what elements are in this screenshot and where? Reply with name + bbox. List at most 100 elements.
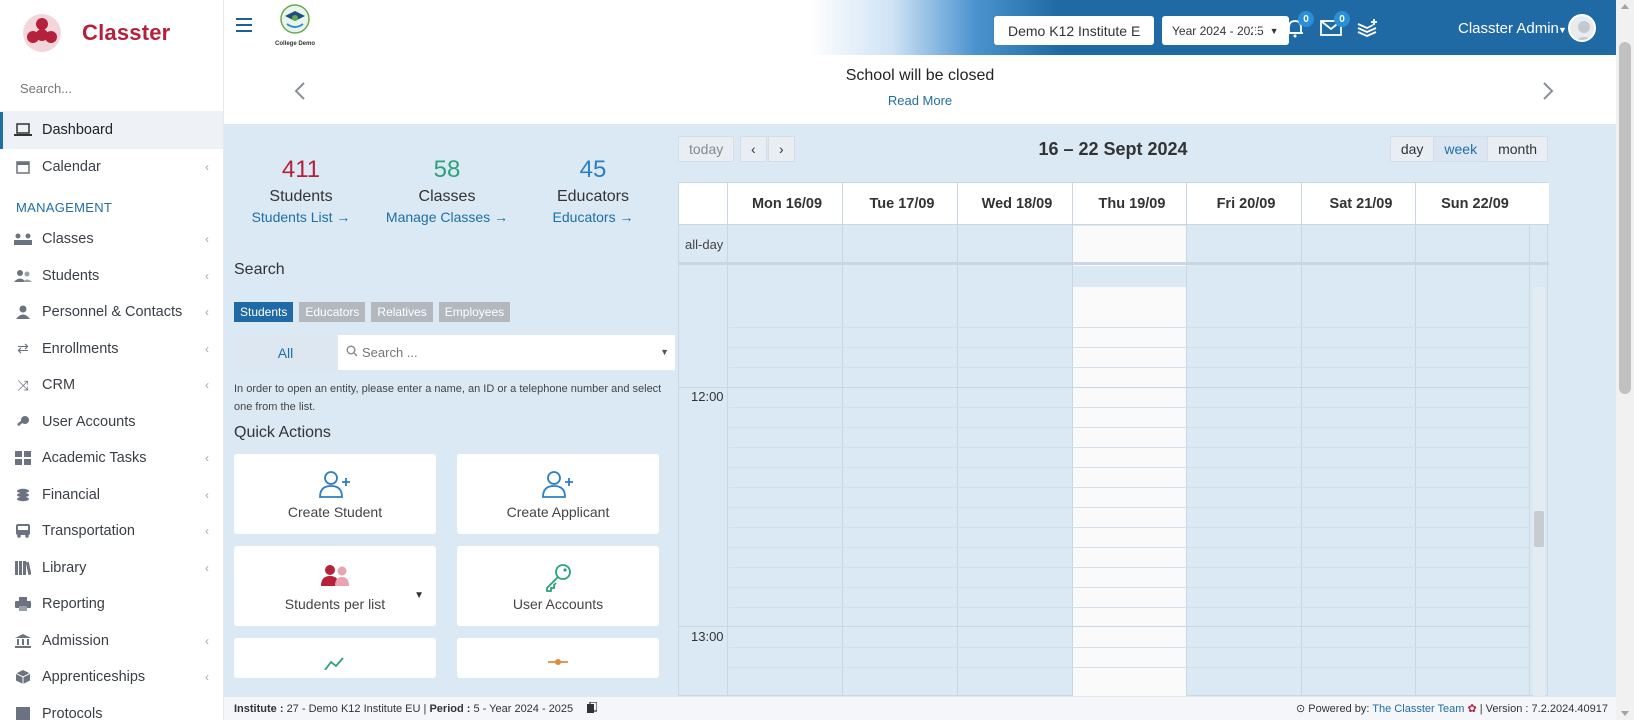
slot-line (729, 427, 1529, 428)
chip-employees[interactable]: Employees (438, 302, 511, 322)
footer-powered-link[interactable]: The Classter Team (1372, 703, 1464, 715)
key-icon (12, 413, 34, 431)
bell-icon[interactable]: 0 (1282, 11, 1314, 41)
sidebar-item-admission[interactable]: Admission ‹ (0, 623, 223, 660)
page-scrollbar-thumb[interactable] (1619, 42, 1631, 394)
flag-icon[interactable] (1248, 15, 1274, 41)
sidebar-item-library[interactable]: Library ‹ (0, 550, 223, 587)
sidebar-item-enrollments[interactable]: ⇄ Enrollments ‹ (0, 331, 223, 368)
sidebar-item-apprenticeships[interactable]: Apprenticeships ‹ (0, 659, 223, 696)
students-list-link[interactable]: Students List → (226, 209, 376, 225)
caret-down-icon[interactable]: ▼ (660, 347, 669, 357)
copy-icon[interactable] (587, 700, 598, 716)
calendar-next-button[interactable]: › (768, 136, 795, 162)
chevron-left-icon: ‹ (205, 670, 209, 685)
calendar-week-grid: Mon 16/09 Tue 17/09 Wed 18/09 Thu 19/09 … (678, 182, 1549, 696)
envelope-icon[interactable]: 0 (1318, 11, 1350, 41)
stat-value: 58 (433, 156, 461, 183)
chevron-left-icon: ‹ (205, 451, 209, 466)
quick-action-card-partial[interactable] (234, 638, 436, 678)
day-header[interactable]: Mon 16/09 (727, 183, 846, 225)
view-week-button[interactable]: week (1434, 136, 1489, 162)
page-scrollbar[interactable] (1616, 0, 1634, 720)
sidebar-item-dashboard[interactable]: Dashboard (0, 112, 223, 149)
students-per-list-button[interactable]: Students per list ▼ (234, 546, 436, 626)
sidebar-heading-management: MANAGEMENT (16, 200, 113, 215)
view-month-button[interactable]: month (1488, 136, 1548, 162)
day-header[interactable]: Sun 22/09 (1415, 183, 1534, 225)
caret-down-icon[interactable]: ▼ (414, 590, 424, 601)
sidebar-item-classes[interactable]: Classes ‹ (0, 221, 223, 258)
carousel-next-icon[interactable] (1542, 77, 1554, 108)
stat-value: 45 (579, 156, 607, 183)
sidebar-item-students[interactable]: Students ‹ (0, 258, 223, 295)
chip-educators[interactable]: Educators (299, 302, 366, 322)
slot-line (729, 507, 1529, 508)
menu-toggle-icon[interactable] (236, 18, 252, 32)
sidebar-item-financial[interactable]: Financial ‹ (0, 477, 223, 514)
slot-line (729, 367, 1529, 368)
grid-column-line (1529, 225, 1530, 696)
manage-classes-link[interactable]: Manage Classes → (372, 209, 522, 225)
institute-selector[interactable]: Demo K12 Institute E (994, 16, 1155, 45)
slot-line (729, 547, 1529, 548)
sidebar-search-input[interactable] (20, 81, 200, 96)
stat-educators: 45 Educators Educators → (518, 156, 668, 225)
calendar-icon (12, 158, 34, 176)
sidebar-item-transportation[interactable]: Transportation ‹ (0, 513, 223, 550)
sidebar-item-personnel[interactable]: Personnel & Contacts ‹ (0, 294, 223, 331)
day-header[interactable]: Fri 20/09 (1186, 183, 1305, 225)
sidebar-item-label: Protocols (42, 705, 103, 720)
swap-icon: ⇄ (17, 340, 29, 357)
slot-line (729, 347, 1529, 348)
calendar-scrollbar[interactable] (1533, 287, 1545, 696)
sidebar-item-label: Financial (42, 486, 101, 503)
quick-action-card-partial[interactable] (457, 638, 659, 678)
calendar-scrollbar-thumb[interactable] (1534, 511, 1544, 547)
sidebar-item-label: Transportation (42, 523, 135, 540)
sidebar-item-academic-tasks[interactable]: Academic Tasks ‹ (0, 440, 223, 477)
sidebar-search[interactable] (0, 66, 223, 112)
quick-action-label: Create Applicant (506, 504, 610, 520)
slot-line (729, 587, 1529, 588)
user-accounts-button[interactable]: User Accounts (457, 546, 659, 626)
create-student-button[interactable]: Create Student (234, 454, 436, 534)
chip-students[interactable]: Students (234, 302, 294, 322)
chip-relatives[interactable]: Relatives (371, 302, 433, 322)
create-applicant-button[interactable]: Create Applicant (457, 454, 659, 534)
sidebar-item-user-accounts[interactable]: User Accounts (0, 404, 223, 441)
stat-students: 411 Students Students List → (226, 156, 376, 225)
scroll-up-icon[interactable] (1621, 4, 1629, 9)
sidebar-item-protocols[interactable]: Protocols (0, 696, 223, 720)
footer-institute-label: Institute : (234, 702, 284, 715)
layers-add-icon[interactable] (1354, 15, 1380, 41)
day-header[interactable]: Thu 19/09 (1072, 183, 1191, 225)
footer: Institute : 27 - Demo K12 Institute EU |… (224, 696, 1616, 720)
sidebar-item-reporting[interactable]: Reporting (0, 586, 223, 623)
search-scope-selector[interactable]: All (234, 335, 338, 370)
search-entity-chips: Students Educators Relatives Employees (234, 302, 511, 322)
search-input[interactable] (362, 345, 622, 360)
sidebar-item-label: Calendar (42, 158, 101, 175)
college-logo[interactable]: College Demo (272, 4, 318, 48)
settings-sliders-icon (457, 656, 659, 676)
calendar-today-button[interactable]: today (678, 136, 735, 162)
scroll-down-icon[interactable] (1621, 711, 1629, 716)
view-day-button[interactable]: day (1389, 136, 1435, 162)
educators-link[interactable]: Educators → (518, 209, 668, 225)
caret-down-icon[interactable]: ▼ (1558, 25, 1567, 35)
day-header[interactable]: Wed 18/09 (957, 183, 1076, 225)
search-box[interactable]: ▼ (338, 335, 675, 370)
announcement-read-more-link[interactable]: Read More (224, 93, 1616, 108)
calendar-prev-button[interactable]: ‹ (740, 136, 767, 162)
brand[interactable]: Classter (0, 0, 223, 66)
day-header[interactable]: Tue 17/09 (842, 183, 961, 225)
day-header[interactable]: Sat 21/09 (1301, 183, 1420, 225)
avatar[interactable] (1568, 14, 1596, 42)
sidebar-item-calendar[interactable]: Calendar ‹ (0, 149, 223, 186)
today-column[interactable] (1072, 287, 1186, 696)
students-icon (12, 267, 34, 285)
sidebar-item-label: Library (42, 559, 87, 576)
sidebar-item-crm[interactable]: ⤨ CRM ‹ (0, 367, 223, 404)
user-menu[interactable]: Classter Admin (1458, 20, 1559, 37)
